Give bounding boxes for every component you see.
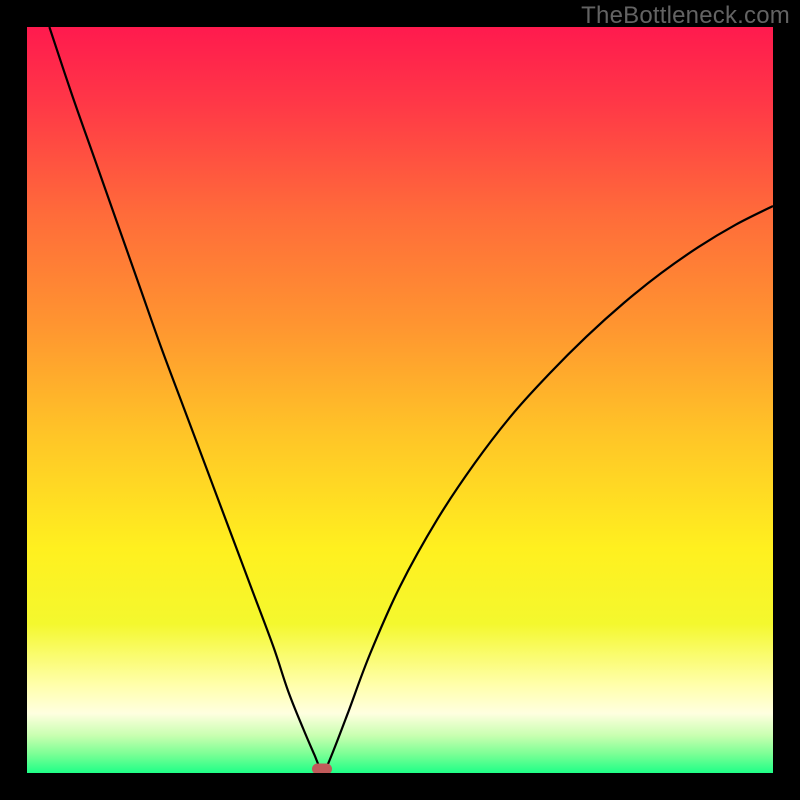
bottleneck-curve bbox=[49, 27, 773, 770]
curve-layer bbox=[27, 27, 773, 773]
bottleneck-marker bbox=[312, 763, 332, 773]
watermark-text: TheBottleneck.com bbox=[581, 2, 790, 30]
plot-area bbox=[27, 27, 773, 773]
chart-frame: TheBottleneck.com bbox=[0, 0, 800, 800]
